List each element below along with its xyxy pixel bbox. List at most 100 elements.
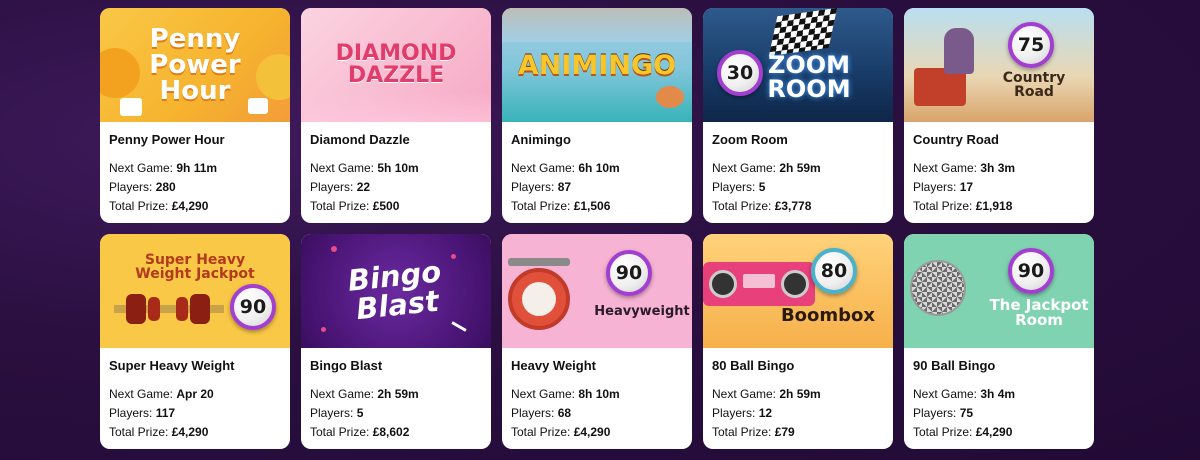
total-prize-row: Total Prize: £1,918 <box>913 198 1085 214</box>
game-info: Zoom Room Next Game: 2h 59m Players: 5 T… <box>703 122 893 217</box>
players-row: Players: 12 <box>712 405 884 421</box>
players-value: 12 <box>758 406 773 420</box>
game-card-heavy-weight[interactable]: 90 Heavyweight Heavy Weight Next Game: 8… <box>502 234 692 449</box>
next-game-row: Next Game: 2h 59m <box>712 160 884 176</box>
players-row: Players: 75 <box>913 405 1085 421</box>
game-card-90-ball-bingo[interactable]: 90 The Jackpot Room 90 Ball Bingo Next G… <box>904 234 1094 449</box>
total-prize-value: £1,506 <box>573 199 611 213</box>
game-name: Diamond Dazzle <box>310 132 410 147</box>
next-game-label: Next Game: <box>712 161 777 175</box>
bingo-ball-icon: 90 <box>230 284 276 330</box>
game-card-super-heavy-weight[interactable]: 90 Super Heavy Weight Jackpot Super Heav… <box>100 234 290 449</box>
game-info: Super Heavy Weight Next Game: Apr 20 Pla… <box>100 348 290 443</box>
next-game-row: Next Game: 5h 10m <box>310 160 482 176</box>
game-card-zoom-room[interactable]: 30 ZOOM ROOM Zoom Room Next Game: 2h 59m… <box>703 8 893 223</box>
game-info: Animingo Next Game: 6h 10m Players: 87 T… <box>502 122 692 217</box>
game-name: Penny Power Hour <box>109 132 225 147</box>
total-prize-row: Total Prize: £500 <box>310 198 482 214</box>
game-info: Penny Power Hour Next Game: 9h 11m Playe… <box>100 122 290 217</box>
players-label: Players: <box>712 180 756 194</box>
game-artwork[interactable]: 90 The Jackpot Room <box>904 234 1094 348</box>
players-label: Players: <box>109 406 153 420</box>
players-label: Players: <box>109 180 153 194</box>
next-game-value: 3h 3m <box>980 161 1016 175</box>
game-artwork[interactable]: DIAMOND DAZZLE <box>301 8 491 122</box>
game-info: Bingo Blast Next Game: 2h 59m Players: 5… <box>301 348 491 443</box>
game-info: Diamond Dazzle Next Game: 5h 10m Players… <box>301 122 491 217</box>
total-prize-label: Total Prize: <box>310 199 370 213</box>
next-game-label: Next Game: <box>310 161 375 175</box>
total-prize-row: Total Prize: £8,602 <box>310 424 482 440</box>
players-value: 280 <box>155 180 176 194</box>
players-label: Players: <box>913 180 957 194</box>
total-prize-value: £500 <box>372 199 400 213</box>
game-card-animingo[interactable]: ANIMINGO Animingo Next Game: 6h 10m Play… <box>502 8 692 223</box>
players-value: 75 <box>959 406 974 420</box>
game-card-diamond-dazzle[interactable]: DIAMOND DAZZLE Diamond Dazzle Next Game:… <box>301 8 491 223</box>
game-artwork[interactable]: 75 Country Road <box>904 8 1094 122</box>
game-artwork-title: The Jackpot Room <box>989 296 1089 329</box>
game-artwork-title: ANIMINGO <box>517 49 677 81</box>
total-prize-label: Total Prize: <box>913 199 973 213</box>
players-label: Players: <box>712 406 756 420</box>
next-game-value: 2h 59m <box>779 387 821 401</box>
next-game-value: 2h 59m <box>779 161 821 175</box>
game-artwork-title: Penny Power Hour <box>149 24 241 106</box>
game-name: 90 Ball Bingo <box>913 358 996 373</box>
game-artwork[interactable]: 80 Boombox <box>703 234 893 348</box>
players-label: Players: <box>310 180 354 194</box>
next-game-row: Next Game: 2h 59m <box>310 386 482 402</box>
bingo-room-grid: Penny Power Hour Penny Power Hour Next G… <box>100 8 1096 449</box>
next-game-row: Next Game: 9h 11m <box>109 160 281 176</box>
game-name: Country Road <box>913 132 999 147</box>
game-artwork[interactable]: Bingo Blast <box>301 234 491 348</box>
next-game-label: Next Game: <box>511 387 576 401</box>
next-game-row: Next Game: Apr 20 <box>109 386 281 402</box>
game-artwork[interactable]: 90 Heavyweight <box>502 234 692 348</box>
players-row: Players: 5 <box>310 405 482 421</box>
bingo-ball-icon: 30 <box>717 50 763 96</box>
game-name: Bingo Blast <box>310 358 383 373</box>
game-name: Zoom Room <box>712 132 788 147</box>
total-prize-row: Total Prize: £79 <box>712 424 884 440</box>
players-row: Players: 87 <box>511 179 683 195</box>
players-row: Players: 68 <box>511 405 683 421</box>
total-prize-row: Total Prize: £4,290 <box>109 424 281 440</box>
game-card-penny-power-hour[interactable]: Penny Power Hour Penny Power Hour Next G… <box>100 8 290 223</box>
players-value: 17 <box>959 180 974 194</box>
total-prize-value: £8,602 <box>372 425 410 439</box>
game-artwork-title: Heavyweight <box>594 303 690 319</box>
total-prize-value: £1,918 <box>975 199 1013 213</box>
game-artwork-title: Country Road <box>1002 70 1066 100</box>
game-card-country-road[interactable]: 75 Country Road Country Road Next Game: … <box>904 8 1094 223</box>
disco-ball-icon <box>910 260 966 316</box>
game-artwork[interactable]: 30 ZOOM ROOM <box>703 8 893 122</box>
total-prize-label: Total Prize: <box>712 199 772 213</box>
game-artwork-title: Bingo Blast <box>346 254 443 327</box>
game-artwork[interactable]: ANIMINGO <box>502 8 692 122</box>
game-name: Heavy Weight <box>511 358 597 373</box>
total-prize-row: Total Prize: £4,290 <box>109 198 281 214</box>
next-game-label: Next Game: <box>109 161 174 175</box>
game-card-bingo-blast[interactable]: Bingo Blast Bingo Blast Next Game: 2h 59… <box>301 234 491 449</box>
total-prize-value: £4,290 <box>171 425 209 439</box>
bingo-ball-icon: 90 <box>1008 248 1054 294</box>
next-game-value: 6h 10m <box>578 161 620 175</box>
players-value: 87 <box>557 180 572 194</box>
game-artwork[interactable]: 90 Super Heavy Weight Jackpot <box>100 234 290 348</box>
next-game-label: Next Game: <box>310 387 375 401</box>
game-artwork[interactable]: Penny Power Hour <box>100 8 290 122</box>
game-card-80-ball-bingo[interactable]: 80 Boombox 80 Ball Bingo Next Game: 2h 5… <box>703 234 893 449</box>
next-game-label: Next Game: <box>511 161 576 175</box>
total-prize-label: Total Prize: <box>310 425 370 439</box>
players-row: Players: 17 <box>913 179 1085 195</box>
total-prize-row: Total Prize: £4,290 <box>913 424 1085 440</box>
next-game-label: Next Game: <box>913 161 978 175</box>
players-label: Players: <box>511 406 555 420</box>
next-game-value: 8h 10m <box>578 387 620 401</box>
dumbbell-icon <box>114 294 224 324</box>
next-game-row: Next Game: 3h 3m <box>913 160 1085 176</box>
game-info: Country Road Next Game: 3h 3m Players: 1… <box>904 122 1094 217</box>
checkered-flag-icon <box>768 8 838 57</box>
total-prize-label: Total Prize: <box>511 199 571 213</box>
